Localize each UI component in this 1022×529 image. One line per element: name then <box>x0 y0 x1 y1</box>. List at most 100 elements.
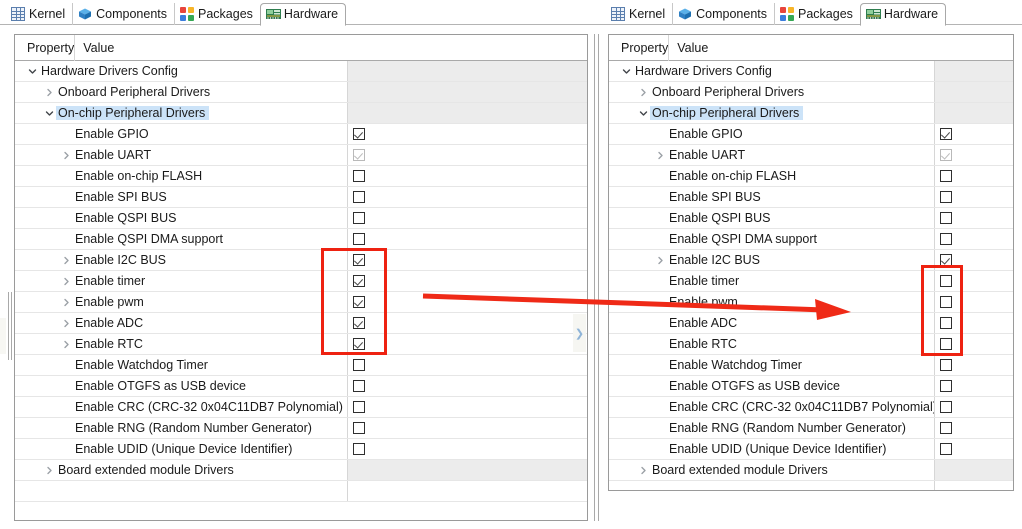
table-row[interactable]: Enable CRC (CRC-32 0x04C11DB7 Polynomial… <box>609 397 1013 418</box>
table-row[interactable]: Board extended module Drivers <box>609 460 1013 481</box>
value-cell[interactable] <box>347 292 587 312</box>
value-checkbox[interactable] <box>353 296 365 308</box>
property-cell[interactable]: Enable QSPI BUS <box>15 208 347 228</box>
value-checkbox[interactable] <box>940 254 952 266</box>
table-row[interactable]: On-chip Peripheral Drivers <box>15 103 587 124</box>
property-cell[interactable]: Onboard Peripheral Drivers <box>15 82 347 102</box>
tab-kernel[interactable]: Kernel <box>6 3 74 25</box>
tab-hardware[interactable]: Hardware <box>859 3 947 26</box>
table-row[interactable]: Enable OTGFS as USB device <box>609 376 1013 397</box>
table-row[interactable]: Enable ADC <box>609 313 1013 334</box>
value-checkbox[interactable] <box>353 380 365 392</box>
property-cell[interactable]: Enable QSPI DMA support <box>609 229 934 249</box>
value-checkbox[interactable] <box>353 443 365 455</box>
chevron-right-icon[interactable] <box>59 151 73 160</box>
table-row[interactable]: Enable pwm <box>15 292 587 313</box>
property-cell[interactable]: Onboard Peripheral Drivers <box>609 82 934 102</box>
table-row[interactable]: Enable SPI BUS <box>609 187 1013 208</box>
value-checkbox[interactable] <box>353 233 365 245</box>
property-cell[interactable]: Enable RNG (Random Number Generator) <box>15 418 347 438</box>
property-cell[interactable]: On-chip Peripheral Drivers <box>15 103 347 123</box>
tab-packages[interactable]: Packages <box>775 3 860 25</box>
value-cell[interactable] <box>347 334 587 354</box>
table-row[interactable]: Enable SPI BUS <box>15 187 587 208</box>
chevron-right-icon[interactable] <box>42 88 56 97</box>
value-checkbox[interactable] <box>353 212 365 224</box>
value-cell[interactable] <box>934 124 1013 144</box>
column-header-value[interactable]: Value <box>668 35 708 61</box>
value-cell[interactable] <box>347 250 587 270</box>
table-row[interactable]: Onboard Peripheral Drivers <box>609 82 1013 103</box>
chevron-right-icon[interactable] <box>59 298 73 307</box>
value-checkbox[interactable] <box>940 170 952 182</box>
chevron-right-icon[interactable] <box>59 256 73 265</box>
value-cell[interactable] <box>347 271 587 291</box>
table-row[interactable]: Enable UDID (Unique Device Identifier) <box>15 439 587 460</box>
property-cell[interactable]: On-chip Peripheral Drivers <box>609 103 934 123</box>
table-row[interactable]: Enable CRC (CRC-32 0x04C11DB7 Polynomial… <box>15 397 587 418</box>
value-checkbox[interactable] <box>353 170 365 182</box>
property-cell[interactable]: Enable QSPI DMA support <box>15 229 347 249</box>
tab-hardware[interactable]: Hardware <box>259 3 347 26</box>
chevron-right-icon[interactable] <box>636 466 650 475</box>
table-row[interactable]: Enable on-chip FLASH <box>609 166 1013 187</box>
table-row[interactable]: Enable UART <box>609 145 1013 166</box>
value-checkbox[interactable] <box>353 275 365 287</box>
property-cell[interactable]: Enable UART <box>15 145 347 165</box>
value-checkbox[interactable] <box>940 401 952 413</box>
property-cell[interactable]: Enable I2C BUS <box>15 250 347 270</box>
table-row[interactable]: On-chip Peripheral Drivers <box>609 103 1013 124</box>
value-checkbox[interactable] <box>940 380 952 392</box>
property-cell[interactable]: Board extended module Drivers <box>15 460 347 480</box>
property-cell[interactable]: Enable UART <box>609 145 934 165</box>
property-cell[interactable]: Board extended module Drivers <box>609 460 934 480</box>
table-row[interactable]: Enable pwm <box>609 292 1013 313</box>
chevron-right-icon[interactable] <box>636 88 650 97</box>
table-row[interactable]: Enable GPIO <box>15 124 587 145</box>
value-cell[interactable] <box>347 124 587 144</box>
value-checkbox[interactable] <box>940 422 952 434</box>
property-cell[interactable]: Enable UDID (Unique Device Identifier) <box>609 439 934 459</box>
tab-kernel[interactable]: Kernel <box>606 3 674 25</box>
table-row[interactable]: Enable I2C BUS <box>609 250 1013 271</box>
value-checkbox[interactable] <box>940 317 952 329</box>
value-checkbox[interactable] <box>353 191 365 203</box>
property-cell[interactable]: Enable SPI BUS <box>15 187 347 207</box>
table-row[interactable]: Enable QSPI DMA support <box>609 229 1013 250</box>
property-cell[interactable]: Hardware Drivers Config <box>609 61 934 81</box>
table-row[interactable]: Enable RNG (Random Number Generator) <box>609 418 1013 439</box>
table-row[interactable]: Enable OTGFS as USB device <box>15 376 587 397</box>
chevron-down-icon[interactable] <box>619 67 633 76</box>
property-cell[interactable] <box>609 481 934 490</box>
property-cell[interactable]: Enable GPIO <box>609 124 934 144</box>
value-checkbox[interactable] <box>353 338 365 350</box>
table-row[interactable]: Enable QSPI BUS <box>15 208 587 229</box>
value-checkbox[interactable] <box>353 422 365 434</box>
table-row[interactable]: Enable timer <box>609 271 1013 292</box>
value-cell[interactable] <box>347 313 587 333</box>
property-cell[interactable]: Enable on-chip FLASH <box>15 166 347 186</box>
value-checkbox[interactable] <box>353 317 365 329</box>
property-cell[interactable]: Enable Watchdog Timer <box>609 355 934 375</box>
property-cell[interactable]: Enable timer <box>15 271 347 291</box>
property-cell[interactable]: Enable RTC <box>15 334 347 354</box>
table-row[interactable]: Enable UART <box>15 145 587 166</box>
chevron-right-icon[interactable] <box>653 151 667 160</box>
value-cell[interactable] <box>347 145 587 165</box>
table-row[interactable] <box>15 481 587 502</box>
table-row[interactable]: Onboard Peripheral Drivers <box>15 82 587 103</box>
value-cell[interactable] <box>934 145 1013 165</box>
property-cell[interactable]: Enable OTGFS as USB device <box>609 376 934 396</box>
value-checkbox[interactable] <box>940 275 952 287</box>
column-header-property[interactable]: Property <box>609 41 668 55</box>
table-row[interactable]: Enable RNG (Random Number Generator) <box>15 418 587 439</box>
table-row[interactable]: Enable QSPI DMA support <box>15 229 587 250</box>
splitter-expand-button[interactable]: ❯ <box>573 314 586 352</box>
value-cell[interactable] <box>934 250 1013 270</box>
property-cell[interactable]: Enable UDID (Unique Device Identifier) <box>15 439 347 459</box>
property-cell[interactable]: Enable QSPI BUS <box>609 208 934 228</box>
value-checkbox[interactable] <box>353 128 365 140</box>
tab-components[interactable]: Components <box>73 3 176 25</box>
property-cell[interactable]: Enable CRC (CRC-32 0x04C11DB7 Polynomial… <box>609 397 934 417</box>
column-header-value[interactable]: Value <box>74 35 114 61</box>
